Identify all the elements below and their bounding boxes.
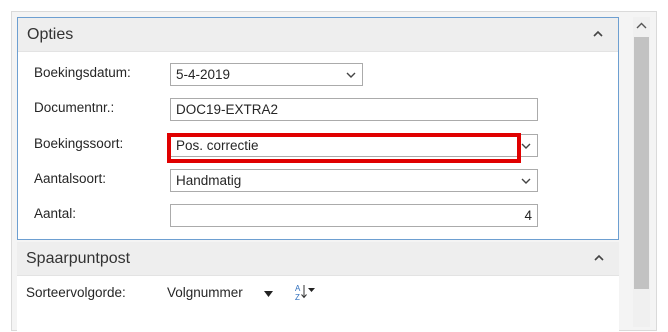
boekingssoort-label: Boekingssoort: bbox=[34, 136, 124, 151]
documentnr-field[interactable]: DOC19-EXTRA2 bbox=[170, 98, 538, 121]
spaarpuntpost-header[interactable]: Spaarpuntpost bbox=[17, 242, 619, 276]
sort-order-label: Sorteervolgorde: bbox=[26, 285, 126, 300]
documentnr-label: Documentnr.: bbox=[34, 100, 115, 115]
aantalsoort-value: Handmatig bbox=[176, 173, 242, 188]
aantal-label: Aantal: bbox=[34, 206, 77, 221]
page-frame: Opties Boekingsdatum: 5-4-2019 Documentn… bbox=[11, 11, 657, 332]
aantal-value: 4 bbox=[524, 208, 532, 223]
spaarpuntpost-title: Spaarpuntpost bbox=[26, 250, 131, 267]
caret-down-icon[interactable] bbox=[264, 291, 273, 297]
sort-order-select[interactable]: Volgnummer bbox=[167, 285, 243, 300]
vertical-scrollbar[interactable] bbox=[633, 17, 650, 327]
chevron-down-icon bbox=[346, 72, 356, 78]
opties-panel: Opties Boekingsdatum: 5-4-2019 Documentn… bbox=[17, 17, 619, 240]
opties-title: Opties bbox=[27, 26, 74, 43]
chevron-down-icon bbox=[521, 178, 531, 184]
scrollbar-thumb[interactable] bbox=[634, 37, 649, 289]
boekingsdatum-value: 5-4-2019 bbox=[176, 67, 231, 82]
scroll-up-arrow-icon[interactable] bbox=[633, 17, 650, 35]
boekingsdatum-label: Boekingsdatum: bbox=[34, 65, 131, 80]
collapse-opties-icon[interactable] bbox=[590, 26, 606, 42]
opties-header[interactable]: Opties bbox=[18, 18, 618, 52]
aantalsoort-select[interactable]: Handmatig bbox=[170, 169, 538, 192]
svg-text:Z: Z bbox=[295, 293, 300, 302]
sort-az-icon[interactable]: A Z bbox=[294, 282, 316, 302]
aantalsoort-label: Aantalsoort: bbox=[34, 171, 107, 186]
documentnr-value: DOC19-EXTRA2 bbox=[176, 102, 279, 117]
svg-text:A: A bbox=[295, 284, 301, 293]
highlight-box bbox=[167, 133, 521, 163]
collapse-spaarpuntpost-icon[interactable] bbox=[591, 250, 607, 266]
chevron-down-icon bbox=[521, 143, 531, 149]
boekingsdatum-select[interactable]: 5-4-2019 bbox=[170, 63, 363, 86]
aantal-field[interactable]: 4 bbox=[170, 204, 538, 227]
